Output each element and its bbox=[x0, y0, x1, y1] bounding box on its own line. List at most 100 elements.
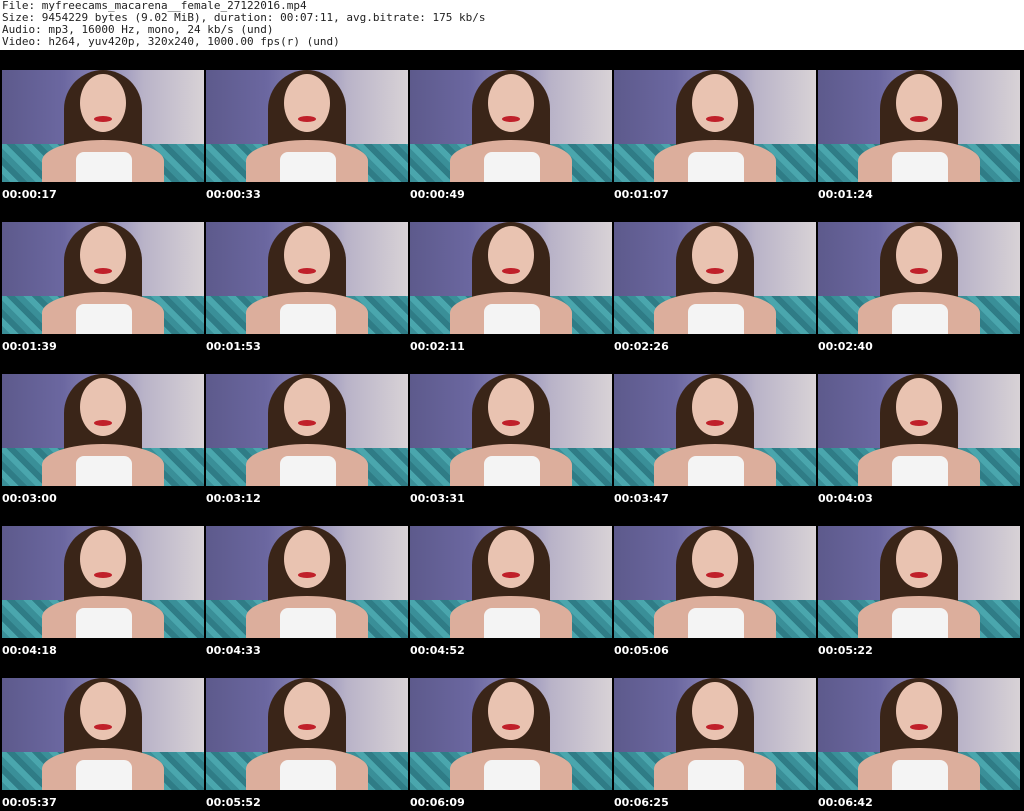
video-frame bbox=[2, 222, 204, 334]
lips bbox=[502, 420, 520, 426]
thumbnail: 00:02:11 bbox=[408, 202, 612, 354]
face bbox=[896, 378, 942, 436]
white-top bbox=[688, 456, 744, 486]
timestamp: 00:00:17 bbox=[2, 188, 57, 201]
lips bbox=[910, 116, 928, 122]
lips bbox=[298, 724, 316, 730]
thumbnail: 00:02:40 bbox=[816, 202, 1020, 354]
lips bbox=[502, 572, 520, 578]
face bbox=[80, 378, 126, 436]
lips bbox=[94, 268, 112, 274]
video-frame bbox=[614, 678, 816, 790]
face bbox=[284, 378, 330, 436]
video-frame bbox=[2, 70, 204, 182]
face bbox=[692, 378, 738, 436]
thumbnail: 00:05:52 bbox=[204, 658, 408, 810]
lips bbox=[298, 572, 316, 578]
white-top bbox=[484, 152, 540, 182]
thumbnail: 00:06:09 bbox=[408, 658, 612, 810]
timestamp: 00:02:11 bbox=[410, 340, 465, 353]
timestamp: 00:04:18 bbox=[2, 644, 57, 657]
timestamp: 00:01:39 bbox=[2, 340, 57, 353]
video-frame bbox=[206, 222, 408, 334]
face bbox=[488, 74, 534, 132]
lips bbox=[502, 724, 520, 730]
timestamp: 00:04:03 bbox=[818, 492, 873, 505]
white-top bbox=[892, 152, 948, 182]
lips bbox=[910, 420, 928, 426]
thumbnail: 00:00:33 bbox=[204, 50, 408, 202]
timestamp: 00:01:53 bbox=[206, 340, 261, 353]
face bbox=[488, 226, 534, 284]
white-top bbox=[484, 456, 540, 486]
thumbnail: 00:06:42 bbox=[816, 658, 1020, 810]
timestamp: 00:03:31 bbox=[410, 492, 465, 505]
lips bbox=[706, 116, 724, 122]
white-top bbox=[76, 152, 132, 182]
file-info: File: myfreecams_macarena__female_271220… bbox=[2, 0, 485, 48]
lips bbox=[298, 116, 316, 122]
white-top bbox=[280, 608, 336, 638]
face bbox=[488, 682, 534, 740]
timestamp: 00:06:42 bbox=[818, 796, 873, 809]
video-frame bbox=[2, 526, 204, 638]
video-frame bbox=[818, 222, 1020, 334]
timestamp: 00:03:12 bbox=[206, 492, 261, 505]
video-info: Video: h264, yuv420p, 320x240, 1000.00 f… bbox=[2, 35, 340, 48]
face bbox=[284, 74, 330, 132]
timestamp: 00:05:06 bbox=[614, 644, 669, 657]
white-top bbox=[484, 304, 540, 334]
lips bbox=[94, 116, 112, 122]
lips bbox=[94, 420, 112, 426]
thumbnail: 00:01:07 bbox=[612, 50, 816, 202]
thumbnail: 00:06:25 bbox=[612, 658, 816, 810]
lips bbox=[94, 724, 112, 730]
video-frame bbox=[410, 526, 612, 638]
timestamp: 00:01:24 bbox=[818, 188, 873, 201]
lips bbox=[502, 116, 520, 122]
video-frame bbox=[206, 678, 408, 790]
video-frame bbox=[410, 678, 612, 790]
video-frame bbox=[206, 526, 408, 638]
face bbox=[896, 682, 942, 740]
white-top bbox=[688, 760, 744, 790]
timestamp: 00:04:52 bbox=[410, 644, 465, 657]
timestamp: 00:06:09 bbox=[410, 796, 465, 809]
face bbox=[692, 74, 738, 132]
face bbox=[692, 530, 738, 588]
thumbnail: 00:05:37 bbox=[0, 658, 204, 810]
video-frame bbox=[818, 70, 1020, 182]
face bbox=[284, 226, 330, 284]
white-top bbox=[280, 456, 336, 486]
white-top bbox=[280, 760, 336, 790]
white-top bbox=[688, 304, 744, 334]
timestamp: 00:03:00 bbox=[2, 492, 57, 505]
thumbnail: 00:04:03 bbox=[816, 354, 1020, 506]
white-top bbox=[76, 608, 132, 638]
lips bbox=[706, 724, 724, 730]
face bbox=[80, 682, 126, 740]
face bbox=[896, 74, 942, 132]
thumbnail-grid: 00:00:17 00:00:33 00:00:49 00:01:07 00:01:24… bbox=[0, 50, 1024, 811]
face bbox=[80, 74, 126, 132]
video-frame bbox=[818, 678, 1020, 790]
white-top bbox=[892, 456, 948, 486]
thumbnail: 00:00:49 bbox=[408, 50, 612, 202]
video-frame bbox=[206, 70, 408, 182]
timestamp: 00:04:33 bbox=[206, 644, 261, 657]
white-top bbox=[280, 304, 336, 334]
face bbox=[80, 530, 126, 588]
timestamp: 00:02:40 bbox=[818, 340, 873, 353]
face bbox=[896, 226, 942, 284]
video-frame bbox=[614, 222, 816, 334]
thumbnail: 00:00:17 bbox=[0, 50, 204, 202]
white-top bbox=[76, 760, 132, 790]
white-top bbox=[892, 760, 948, 790]
timestamp: 00:03:47 bbox=[614, 492, 669, 505]
video-frame bbox=[410, 70, 612, 182]
lips bbox=[910, 724, 928, 730]
lips bbox=[910, 268, 928, 274]
timestamp: 00:00:33 bbox=[206, 188, 261, 201]
thumbnail: 00:01:24 bbox=[816, 50, 1020, 202]
thumbnail: 00:05:22 bbox=[816, 506, 1020, 658]
